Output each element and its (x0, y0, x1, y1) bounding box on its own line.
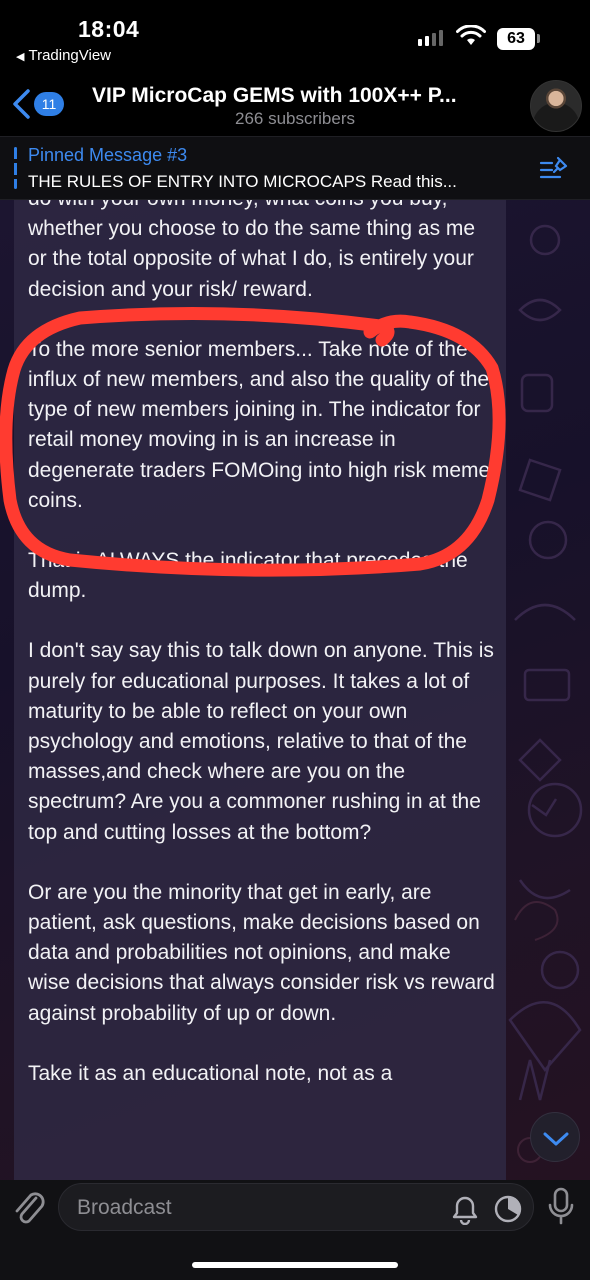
clock: 18:04 (78, 16, 140, 42)
cellular-signal-icon (418, 30, 443, 46)
message-paragraph: To the more senior members... Take note … (28, 337, 491, 512)
message-paragraph: Or are you the minority that get in earl… (28, 880, 495, 1025)
microphone-icon[interactable] (548, 1187, 574, 1225)
back-to-app-link[interactable]: ◀ TradingView (16, 47, 111, 64)
pinned-list-icon[interactable] (538, 155, 570, 183)
broadcast-input[interactable]: Broadcast (58, 1183, 534, 1231)
message-paragraph: That is ALWAYS the indicator that preced… (28, 549, 468, 603)
message-paragraph: I don't say say this to talk down on any… (28, 639, 494, 844)
home-indicator (192, 1262, 398, 1268)
channel-title[interactable]: VIP MicroCap GEMS with 100X++ P... (92, 84, 457, 108)
paperclip-icon[interactable] (12, 1188, 46, 1228)
subscriber-count: 266 subscribers (234, 109, 355, 128)
back-triangle-icon: ◀ (16, 51, 25, 63)
message-paragraph: Take it as an educational note, not as a (28, 1061, 393, 1085)
chevron-down-icon (543, 1132, 569, 1146)
message-paragraph: do with your own money, what coins you b… (28, 200, 476, 301)
pinned-title: Pinned Message #3 (28, 145, 188, 165)
wifi-icon (456, 25, 486, 45)
status-bar: 18:04 ◀ TradingView 63 (0, 0, 590, 72)
pinned-indicator (14, 147, 17, 189)
scroll-to-bottom-button[interactable] (530, 1112, 580, 1162)
message-bubble: do with your own money, what coins you b… (14, 200, 506, 1180)
back-app-label: TradingView (28, 47, 112, 64)
chat-header: 11 VIP MicroCap GEMS with 100X++ P... 26… (0, 72, 590, 136)
pinned-message-bar[interactable]: Pinned Message #3 THE RULES OF ENTRY INT… (0, 136, 590, 200)
battery-icon: 63 (497, 28, 535, 50)
bell-icon[interactable] (451, 1195, 479, 1225)
message-text: do with your own money, what coins you b… (28, 200, 498, 1119)
channel-avatar[interactable] (530, 80, 582, 132)
input-placeholder: Broadcast (77, 1196, 172, 1219)
battery-nub (537, 34, 540, 43)
pinned-text: THE RULES OF ENTRY INTO MICROCAPS Read t… (28, 172, 457, 191)
timer-icon[interactable] (493, 1194, 523, 1224)
